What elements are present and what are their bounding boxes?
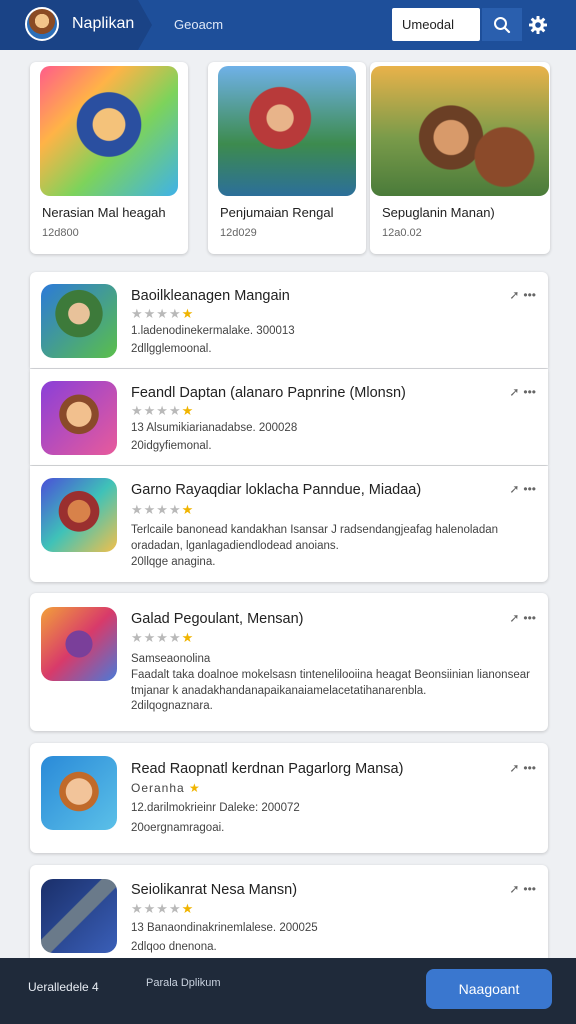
more-button[interactable]: ➚ •••	[509, 482, 536, 496]
app-name: Garno Rayaqdiar loklacha Panndue, Miadaa…	[131, 482, 422, 498]
featured-title: Sepuglanin Manan)	[382, 205, 495, 220]
app-icon	[41, 879, 117, 953]
app-meta: 20llqge anagina.	[131, 556, 216, 568]
app-icon	[41, 381, 117, 455]
more-icon: •••	[523, 611, 536, 625]
more-button[interactable]: ➚ •••	[509, 611, 536, 625]
star-rating: ★★★★★	[131, 502, 195, 517]
featured-game-art	[40, 66, 178, 196]
featured-title: Penjumaian Rengal	[220, 205, 334, 220]
app-icon	[41, 607, 117, 681]
app-icon	[41, 478, 117, 552]
pin-icon: ➚	[509, 611, 520, 625]
app-meta: 13 Alsumikiarianadabse. 200028	[131, 422, 298, 434]
pin-icon: ➚	[509, 882, 520, 896]
app-title: Naplikan	[72, 15, 135, 32]
star-rating: Oeranha ★	[131, 781, 201, 795]
featured-game-art	[371, 66, 549, 196]
search-input[interactable]	[392, 8, 480, 41]
more-icon: •••	[523, 385, 536, 399]
app-meta: 2dilqognaznara.	[131, 700, 213, 712]
primary-button[interactable]: Naagoant	[426, 969, 552, 1009]
more-icon: •••	[523, 882, 536, 896]
list-item[interactable]: Seiolikanrat Nesa Mansn) ★★★★★ 13 Banaon…	[30, 865, 548, 958]
featured-title: Nerasian Mal heagah	[42, 205, 166, 220]
search-icon	[494, 16, 511, 33]
app-meta: 2dlqoo dnenona.	[131, 941, 217, 953]
list-item[interactable]: Garno Rayaqdiar loklacha Panndue, Miadaa…	[30, 466, 548, 582]
nav-link[interactable]: Geoacm	[174, 17, 223, 32]
bottom-bar: Ueralledele 4 Parala Dplikum Naagoant	[0, 958, 576, 1024]
list-item[interactable]: Galad Pegoulant, Mensan) ★★★★★ Samseaono…	[30, 593, 548, 731]
list-item[interactable]: Read Raopnatl kerdnan Pagarlorg Mansa) O…	[30, 743, 548, 853]
featured-meta: 12a0.02	[382, 227, 422, 239]
list-item[interactable]: Feandl Daptan (alanaro Papnrine (Mlonsn)…	[30, 369, 548, 465]
more-button[interactable]: ➚ •••	[509, 288, 536, 302]
featured-game-art	[218, 66, 356, 196]
app-name: Baoilkleanagen Mangain	[131, 288, 290, 304]
app-meta: 13 Banaondinakrinemlalese. 200025	[131, 922, 318, 934]
app-name: Read Raopnatl kerdnan Pagarlorg Mansa)	[131, 761, 404, 777]
more-button[interactable]: ➚ •••	[509, 761, 536, 775]
settings-button[interactable]	[524, 8, 552, 41]
star-rating: ★★★★★	[131, 901, 195, 916]
pin-icon: ➚	[509, 761, 520, 775]
more-icon: •••	[523, 482, 536, 496]
pin-icon: ➚	[509, 288, 520, 302]
app-name: Galad Pegoulant, Mensan)	[131, 611, 304, 627]
pin-icon: ➚	[509, 385, 520, 399]
list-item[interactable]: Baoilkleanagen Mangain ★★★★★ 1.ladenodin…	[30, 272, 548, 368]
bottom-link[interactable]: Ueralledele 4	[28, 980, 99, 994]
app-meta: 1.ladenodinekermalake. 300013	[131, 325, 295, 337]
more-icon: •••	[523, 761, 536, 775]
featured-meta: 12d029	[220, 227, 257, 239]
app-meta: 20idgyfiemonal.	[131, 440, 212, 452]
pin-icon: ➚	[509, 482, 520, 496]
star-rating: ★★★★★	[131, 403, 195, 418]
star-rating: ★★★★★	[131, 630, 195, 645]
app-name: Feandl Daptan (alanaro Papnrine (Mlonsn)	[131, 385, 406, 401]
app-icon	[41, 284, 117, 358]
more-button[interactable]: ➚ •••	[509, 385, 536, 399]
featured-card[interactable]: Nerasian Mal heagah 12d800	[30, 62, 188, 254]
featured-carousel: Nerasian Mal heagah 12d800 Penjumaian Re…	[30, 62, 550, 254]
app-meta: 12.darilmokrieinr Daleke: 200072	[131, 802, 300, 814]
featured-card[interactable]: Penjumaian Rengal 12d029	[208, 62, 366, 254]
gear-icon	[529, 15, 547, 34]
app-icon	[41, 756, 117, 830]
bottom-link[interactable]: Parala Dplikum	[146, 976, 226, 990]
more-button[interactable]: ➚ •••	[509, 882, 536, 896]
avatar[interactable]	[25, 7, 59, 41]
app-header: Naplikan Geoacm	[0, 0, 576, 50]
app-name: Seiolikanrat Nesa Mansn)	[131, 882, 298, 898]
featured-card[interactable]: Sepuglanin Manan) 12a0.02	[370, 62, 550, 254]
app-description: Terlcaile banonead kandakhan Isansar J r…	[131, 524, 499, 552]
app-meta: 20oergnamragoai.	[131, 822, 225, 834]
app-meta: 2dllgglemoonal.	[131, 343, 212, 355]
star-rating: ★★★★★	[131, 306, 195, 321]
featured-meta: 12d800	[42, 227, 79, 239]
app-description: Oeranha	[131, 781, 185, 795]
more-icon: •••	[523, 288, 536, 302]
search-button[interactable]	[482, 8, 522, 41]
app-description: Samseaonolina Faadalt taka doalnoe mokel…	[131, 653, 530, 697]
